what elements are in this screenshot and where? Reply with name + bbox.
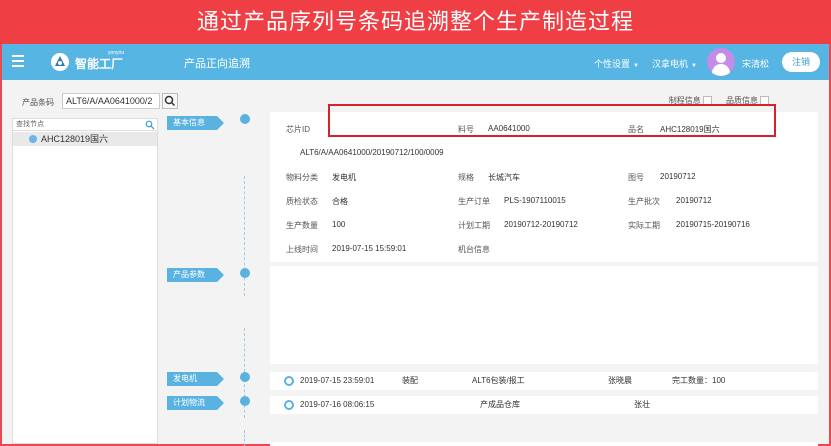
machine-info-label: 机台信息 xyxy=(458,245,490,254)
personal-settings-menu[interactable]: 个性设置 ▼ xyxy=(594,57,639,70)
generator-step: ALT6包装/报工 xyxy=(472,376,525,385)
actual-period-label: 实际工期 xyxy=(628,221,660,230)
barcode-label: 产品条码 xyxy=(22,98,54,107)
top-navbar: 智能工厂 yonyou 产品正向追溯 个性设置 ▼ 汉拿电机 ▼ 宋清松 注销 xyxy=(2,44,829,80)
qc-status-value: 合格 xyxy=(332,197,348,206)
barcode-input[interactable]: ALT6/A/AA0641000/2 xyxy=(62,93,160,109)
generator-person: 张晓晨 xyxy=(608,376,632,385)
logo-icon xyxy=(51,53,69,71)
logistics-spacer xyxy=(270,442,818,446)
hamburger-menu-icon[interactable] xyxy=(12,55,24,69)
timeline-dot xyxy=(240,114,250,124)
plant-label: 汉拿电机 xyxy=(652,59,689,69)
section-tag-basic: 基本信息 xyxy=(167,116,224,130)
timeline-line xyxy=(244,430,245,446)
highlight-box xyxy=(328,104,776,137)
page-title: 产品正向追溯 xyxy=(184,58,250,70)
prod-batch-label: 生产批次 xyxy=(628,197,660,206)
generator-time: 2019-07-15 23:59:01 xyxy=(300,376,375,385)
prod-order-value: PLS-1907110015 xyxy=(504,196,566,205)
prod-batch-value: 20190712 xyxy=(676,196,712,205)
prod-qty-label: 生产数量 xyxy=(286,221,318,230)
logistics-location: 产成品仓库 xyxy=(480,400,520,409)
logout-button[interactable]: 注销 xyxy=(782,52,820,72)
logistics-person: 张壮 xyxy=(634,400,650,409)
drawing-no-label: 图号 xyxy=(628,173,644,182)
timeline-dot xyxy=(240,268,250,278)
section-tag-generator: 发电机 xyxy=(167,372,224,386)
generator-op: 装配 xyxy=(402,376,418,385)
chip-id-value: ALT6/A/AA0641000/20190712/100/0009 xyxy=(300,148,444,157)
plant-select-menu[interactable]: 汉拿电机 ▼ xyxy=(652,57,697,70)
prod-order-label: 生产订单 xyxy=(458,197,490,206)
spec-value: 长城汽车 xyxy=(488,173,520,182)
online-time-label: 上线时间 xyxy=(286,245,318,254)
online-time-value: 2019-07-15 15:59:01 xyxy=(332,244,407,253)
node-icon xyxy=(29,135,37,143)
section-tag-logistics: 计划物流 xyxy=(167,396,224,410)
generator-record-row: 2019-07-15 23:59:01 装配 ALT6包装/报工 张晓晨 完工数… xyxy=(270,372,818,390)
chevron-down-icon: ▼ xyxy=(691,63,697,69)
timeline-line xyxy=(244,176,245,296)
node-tree-panel: 查找节点 AHC128019国六 xyxy=(12,118,158,444)
logistics-time: 2019-07-16 08:06:15 xyxy=(300,400,375,409)
timeline-ring-icon xyxy=(284,376,294,386)
banner-title: 通过产品序列号条码追溯整个生产制造过程 xyxy=(0,0,831,44)
spec-label: 规格 xyxy=(458,173,474,182)
personal-settings-label: 个性设置 xyxy=(594,59,631,69)
actual-period-value: 20190715-20190716 xyxy=(676,220,750,229)
chevron-down-icon: ▼ xyxy=(633,63,639,69)
tree-node-item[interactable]: AHC128019国六 xyxy=(13,132,157,146)
trace-main: 制程信息 品质信息 基本信息 产品参数 发电机 计划物流 芯片ID 料号 AA0… xyxy=(162,90,829,446)
timeline-ring-icon xyxy=(284,400,294,410)
prod-qty-value: 100 xyxy=(332,220,346,229)
generator-qty: 完工数量：100 xyxy=(672,376,726,385)
user-avatar[interactable] xyxy=(707,48,735,76)
logistics-record-row: 2019-07-16 08:06:15 产成品仓库 张壮 xyxy=(270,396,818,414)
plan-period-label: 计划工期 xyxy=(458,221,490,230)
tree-search-input[interactable]: 查找节点 xyxy=(13,119,157,131)
qc-status-label: 质检状态 xyxy=(286,197,318,206)
brand-subtitle: yonyou xyxy=(108,50,125,56)
chip-id-label: 芯片ID xyxy=(286,125,310,134)
timeline-dot xyxy=(240,372,250,382)
material-class-value: 发电机 xyxy=(332,173,356,182)
timeline-dot xyxy=(240,396,250,406)
brand-name: 智能工厂 xyxy=(75,57,124,71)
section-tag-params: 产品参数 xyxy=(167,268,224,282)
product-params-card xyxy=(270,266,818,364)
search-icon[interactable] xyxy=(145,120,155,130)
drawing-no-value: 20190712 xyxy=(660,172,696,181)
tree-node-label: AHC128019国六 xyxy=(41,134,109,144)
plan-period-value: 20190712-20190712 xyxy=(504,220,578,229)
material-class-label: 物料分类 xyxy=(286,173,318,182)
user-name: 宋清松 xyxy=(742,59,770,69)
